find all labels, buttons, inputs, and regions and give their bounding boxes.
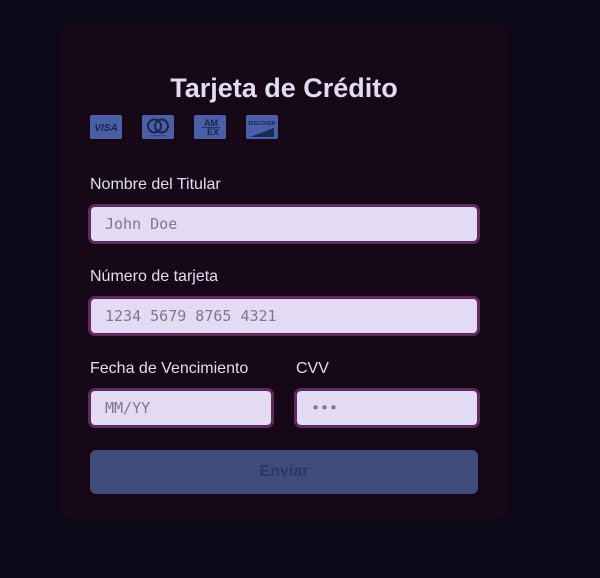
expiry-label: Fecha de Vencimiento xyxy=(90,360,249,377)
mastercard-icon: mastercard xyxy=(142,115,174,139)
expiry-input[interactable] xyxy=(88,388,274,428)
discover-icon-text: DISCOVER xyxy=(248,121,275,127)
mastercard-icon-text: mastercard xyxy=(150,134,165,138)
amex-icon: AM EX xyxy=(194,115,226,139)
submit-button[interactable]: Enviar xyxy=(90,450,478,494)
holder-label: Nombre del Titular xyxy=(90,176,221,193)
form-title: Tarjeta de Crédito xyxy=(170,73,398,103)
discover-icon: DISCOVER xyxy=(246,115,278,139)
card-brands: VISA mastercard AM EX DISCOVER xyxy=(90,115,278,139)
holder-name-input[interactable] xyxy=(88,204,480,244)
card-number-input[interactable] xyxy=(88,296,480,336)
cvv-input[interactable] xyxy=(294,388,480,428)
cvv-label: CVV xyxy=(296,360,329,377)
credit-card-form: Tarjeta de Crédito VISA mastercard AM EX… xyxy=(58,24,510,518)
card-number-label: Número de tarjeta xyxy=(90,268,219,285)
svg-text:EX: EX xyxy=(207,127,219,137)
visa-icon: VISA xyxy=(90,115,122,139)
visa-icon-text: VISA xyxy=(94,123,117,134)
